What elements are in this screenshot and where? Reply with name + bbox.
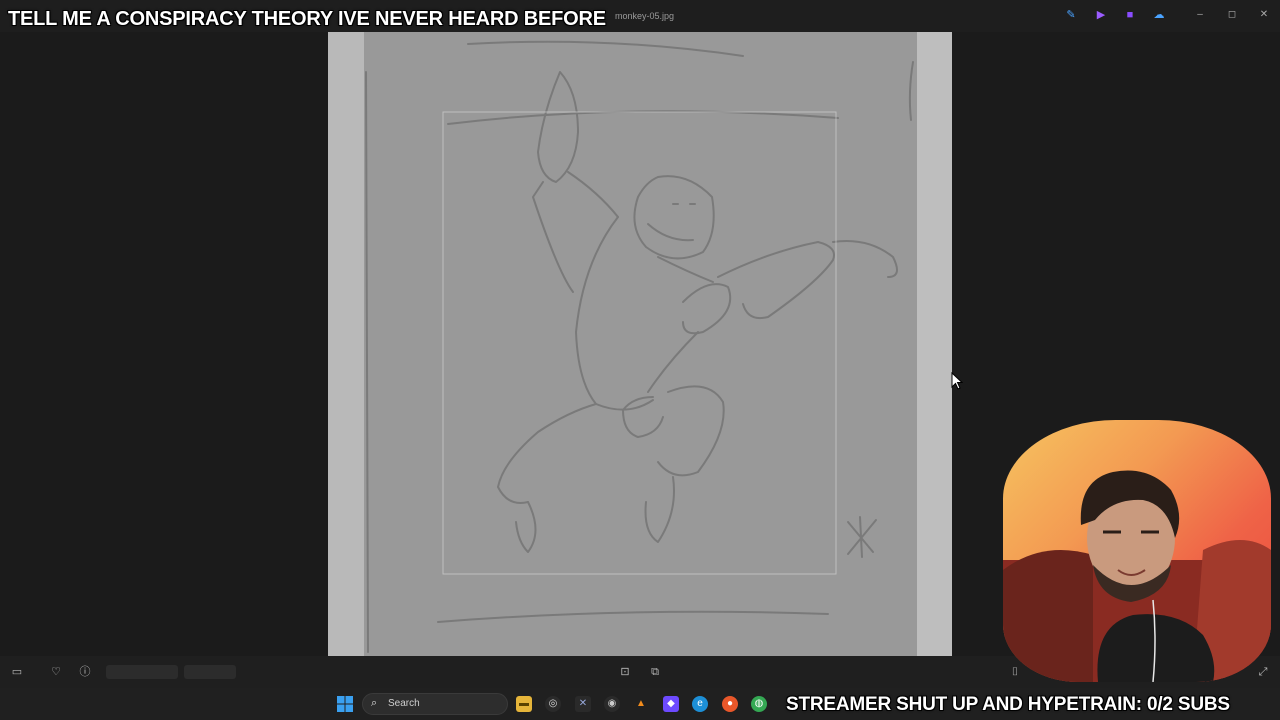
file-title: monkey-05.jpg [615,11,675,21]
sketch-photo [328,32,952,656]
info-icon[interactable]: ⓘ [78,665,92,679]
edge-icon[interactable]: e [692,696,708,712]
monkey-sketch [328,32,952,656]
fit-icon[interactable]: ⊡ [618,665,632,679]
draw-icon[interactable]: ▶ [1095,9,1107,21]
crop-icon[interactable]: ⧉ [648,665,662,679]
mouse-cursor-icon [951,372,963,390]
cloud-icon[interactable]: ☁ [1153,9,1165,21]
filmstrip-icon[interactable]: ▭ [10,665,24,679]
streamer-avatar [1003,470,1271,682]
vlc-icon[interactable]: ▲ [633,696,649,712]
video-icon[interactable]: ■ [1124,9,1136,21]
screenshot-icon[interactable]: ⌷ [1008,665,1022,679]
davinci-icon[interactable]: ◉ [604,696,620,712]
search-placeholder: Search [388,698,420,709]
file-explorer-icon[interactable]: ▬ [516,696,532,712]
search-icon: ⌕ [371,697,378,709]
xbox-icon[interactable]: ✕ [575,696,591,712]
taskbar-search[interactable]: ⌕ Search [362,693,508,715]
toolbar-slot-1[interactable] [106,665,178,679]
minimize-button[interactable]: – [1193,8,1207,22]
stream-overlay-top-text: TELL ME A CONSPIRACY THEORY IVE NEVER HE… [8,8,606,30]
stream-overlay-bottom-text: STREAMER SHUT UP AND HYPETRAIN: 0/2 SUBS [786,694,1230,715]
toolbar-slot-2[interactable] [184,665,236,679]
close-button[interactable]: ✕ [1257,8,1271,22]
firefox-icon[interactable]: ● [722,696,738,712]
edit-icon[interactable]: ✎ [1065,9,1077,21]
obs-icon[interactable]: ◎ [545,696,561,712]
proton-icon[interactable]: ◆ [663,696,679,712]
windows-start-icon[interactable] [337,696,353,712]
webcam-overlay [1003,420,1271,682]
chrome-icon[interactable]: ◍ [751,696,767,712]
maximize-button[interactable]: ◻ [1225,8,1239,22]
heart-icon[interactable]: ♡ [49,665,63,679]
fullscreen-icon[interactable]: ⤢ [1256,665,1270,679]
